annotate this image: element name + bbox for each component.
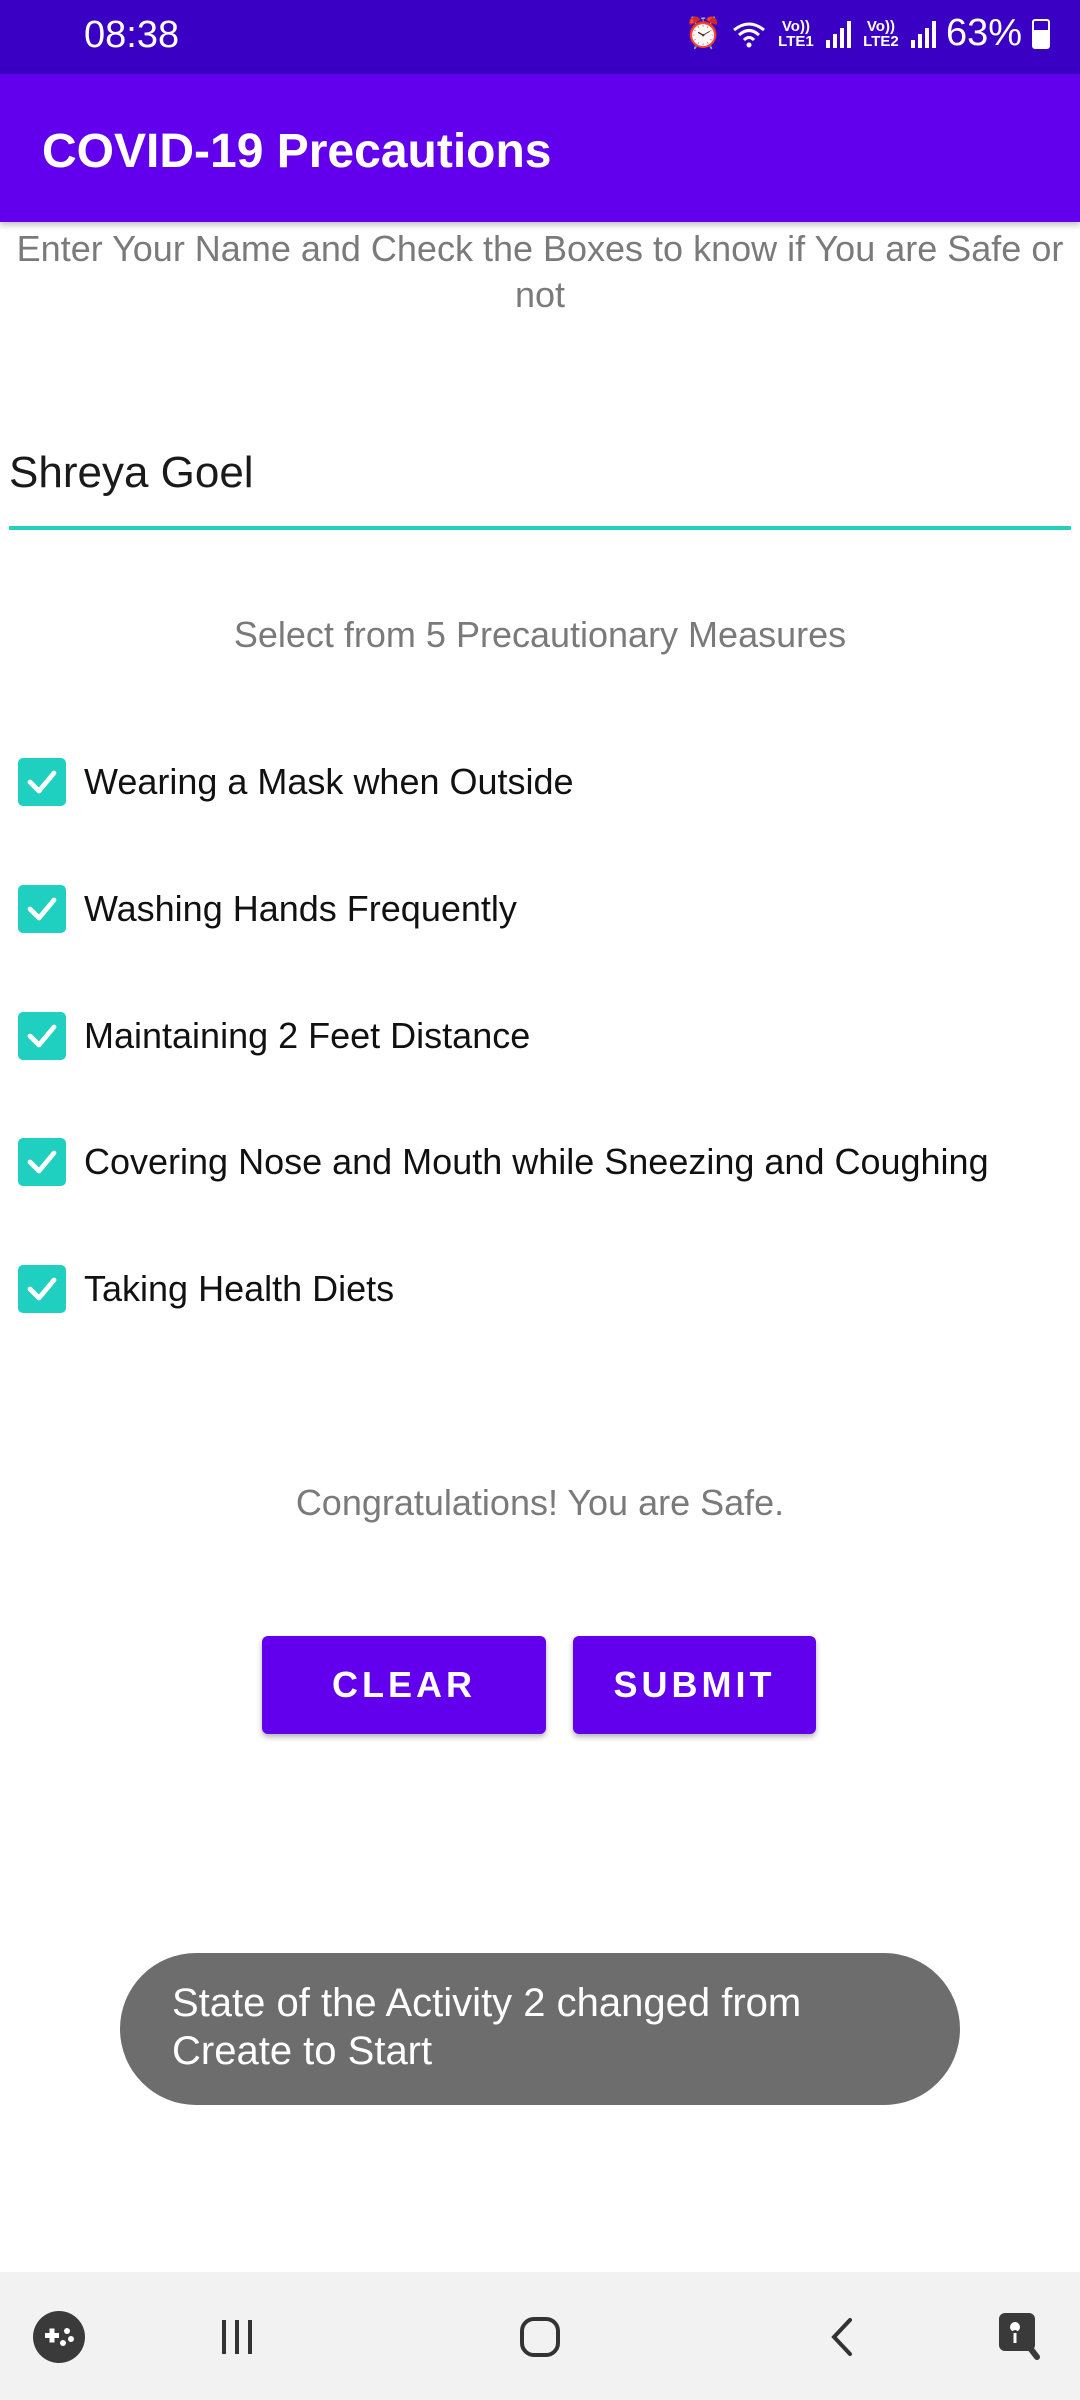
- sim1-label: Vo)) LTE1: [778, 17, 814, 50]
- checkbox-checked-icon[interactable]: [18, 1012, 66, 1060]
- checkbox-checked-icon[interactable]: [18, 1265, 66, 1313]
- alarm-icon: ⏰: [684, 17, 722, 50]
- status-icons: ⏰ Vo)) LTE1 Vo)) LTE2 63%: [685, 12, 1050, 55]
- checkbox-checked-icon[interactable]: [18, 885, 66, 933]
- checkbox-label: Maintaining 2 Feet Distance: [84, 1015, 531, 1056]
- accessibility-icon[interactable]: [986, 2302, 1056, 2372]
- status-time: 08:38: [84, 14, 180, 56]
- toast-message: State of the Activity 2 changed from Cre…: [120, 1953, 960, 2105]
- checkbox-diet[interactable]: Taking Health Diets: [18, 1265, 394, 1313]
- name-input[interactable]: [9, 420, 1071, 530]
- precautions-subtitle: Select from 5 Precautionary Measures: [233, 614, 847, 655]
- checkbox-distance[interactable]: Maintaining 2 Feet Distance: [18, 1012, 530, 1060]
- battery-icon: [1032, 18, 1050, 49]
- nav-bar: [0, 2272, 1080, 2400]
- checkbox-label: Taking Health Diets: [84, 1268, 395, 1309]
- submit-button[interactable]: SUBMIT: [573, 1636, 816, 1734]
- game-launcher-icon[interactable]: [24, 2302, 94, 2372]
- sim2-label: Vo)) LTE2: [863, 17, 899, 50]
- instructions-text: Enter Your Name and Check the Boxes to k…: [16, 228, 1064, 315]
- status-bar: 08:38 ⏰ Vo)) LTE1 Vo)) LTE2 63%: [0, 0, 1080, 74]
- signal-icon-1: [825, 20, 851, 48]
- checkbox-checked-icon[interactable]: [18, 1138, 66, 1186]
- recent-apps-icon[interactable]: [202, 2302, 272, 2372]
- checkbox-label: Washing Hands Frequently: [84, 888, 517, 929]
- checkbox-checked-icon[interactable]: [18, 758, 66, 806]
- home-icon[interactable]: [505, 2302, 575, 2372]
- checkbox-hands[interactable]: Washing Hands Frequently: [18, 885, 517, 933]
- wifi-icon: [733, 22, 765, 47]
- app-title: COVID-19 Precautions: [42, 125, 552, 178]
- back-icon[interactable]: [808, 2302, 878, 2372]
- clear-button[interactable]: CLEAR: [262, 1636, 546, 1734]
- checkbox-sneezing[interactable]: Covering Nose and Mouth while Sneezing a…: [18, 1138, 989, 1186]
- app-bar: COVID-19 Precautions: [0, 74, 1080, 222]
- battery-percent: 63%: [945, 12, 1022, 54]
- signal-icon-2: [910, 20, 936, 48]
- checkbox-mask[interactable]: Wearing a Mask when Outside: [18, 758, 574, 806]
- checkbox-label: Covering Nose and Mouth while Sneezing a…: [84, 1141, 989, 1182]
- checkbox-label: Wearing a Mask when Outside: [84, 761, 574, 802]
- result-text: Congratulations! You are Safe.: [295, 1482, 785, 1523]
